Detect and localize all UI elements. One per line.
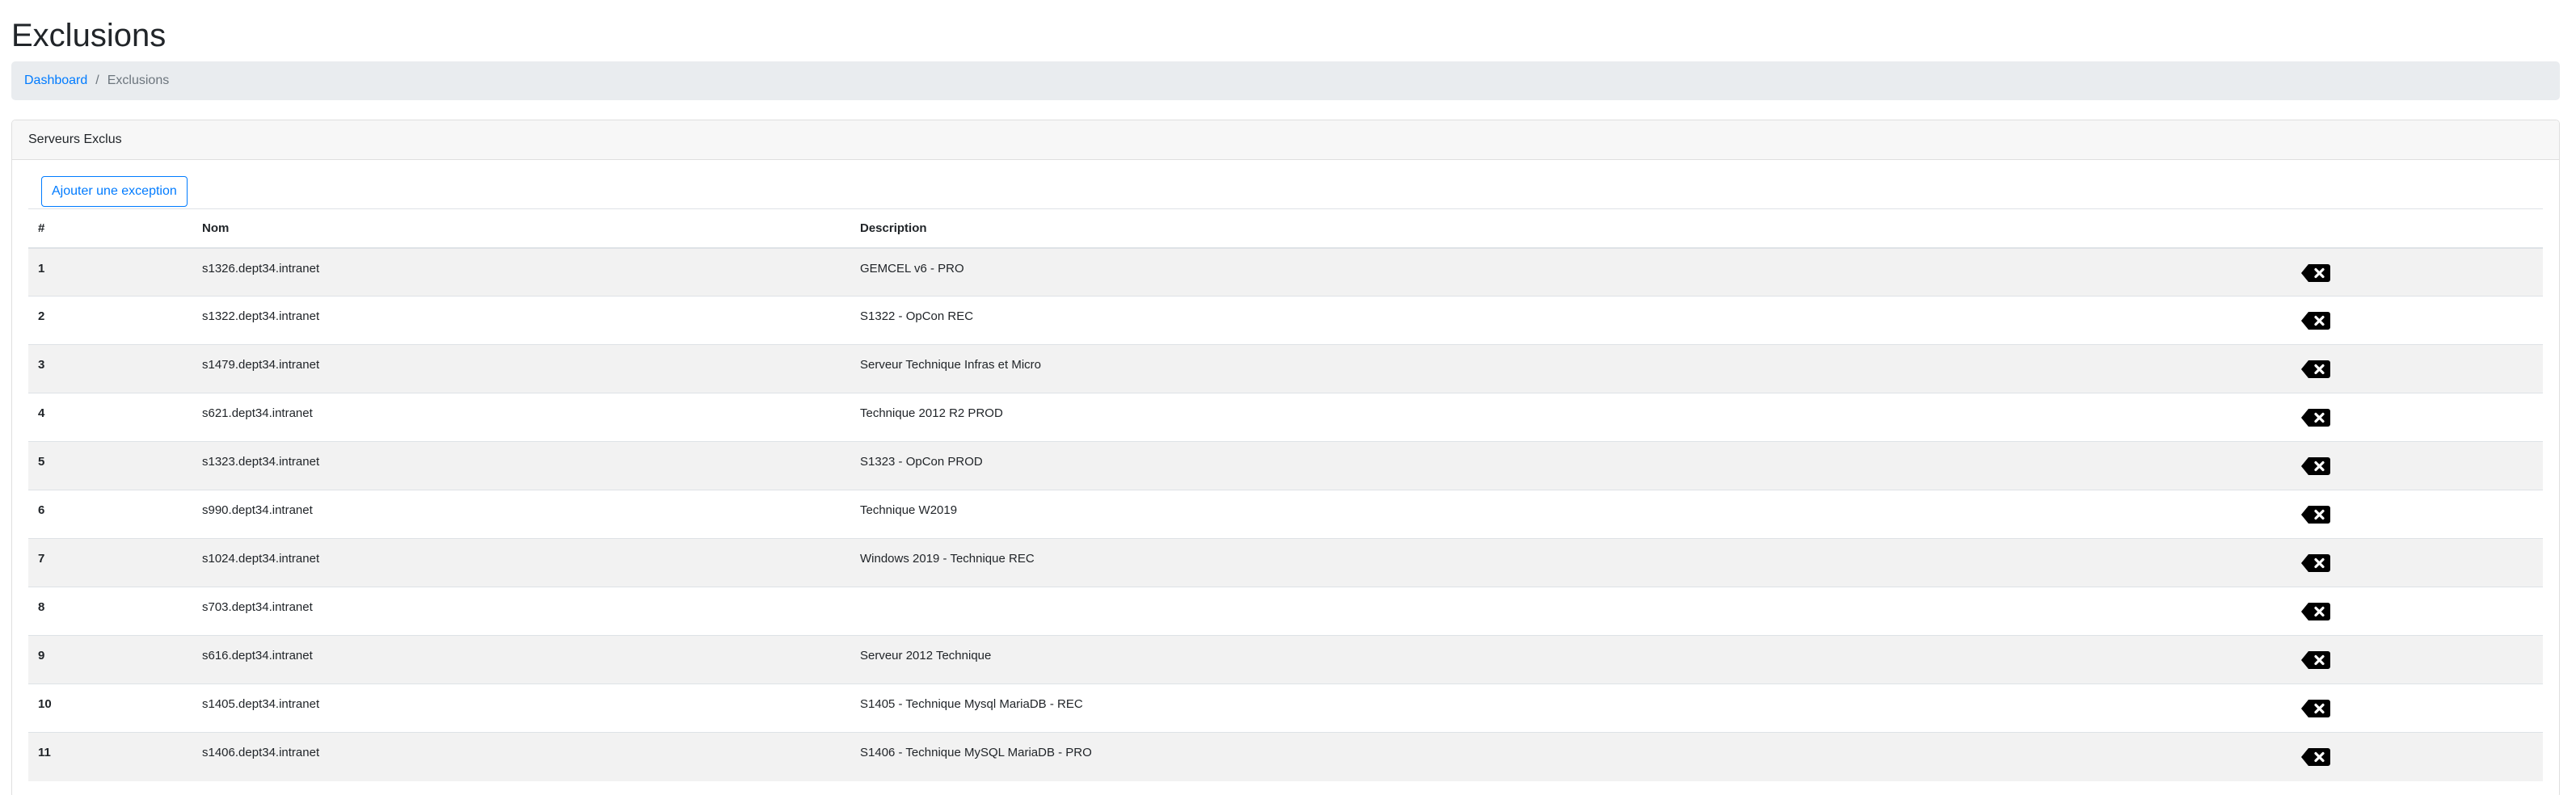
row-actions [2291, 538, 2543, 587]
header-actions [2291, 208, 2543, 249]
server-description: GEMCEL v6 - PRO [850, 247, 2291, 297]
row-actions [2291, 490, 2543, 539]
delete-exclusion-icon[interactable] [2300, 747, 2331, 770]
delete-exclusion-icon[interactable] [2300, 505, 2331, 528]
delete-exclusion-icon[interactable] [2300, 650, 2331, 673]
table-row: 1 s1326.dept34.intranet GEMCEL v6 - PRO [28, 247, 2543, 297]
server-description: S1323 - OpCon PROD [850, 441, 2291, 490]
server-description: S1322 - OpCon REC [850, 296, 2291, 345]
row-actions [2291, 393, 2543, 442]
row-actions [2291, 587, 2543, 636]
breadcrumb: Dashboard / Exclusions [11, 61, 2560, 100]
table-row: 11 s1406.dept34.intranet S1406 - Technique… [28, 732, 2543, 781]
server-description: S1406 - Technique MySQL MariaDB - PRO [850, 732, 2291, 781]
excluded-servers-card: Serveurs Exclus Ajouter une exception # … [11, 120, 2560, 795]
table-row: 7 s1024.dept34.intranet Windows 2019 - Tec… [28, 538, 2543, 587]
card-body: Ajouter une exception # Nom Description … [12, 160, 2559, 781]
row-actions [2291, 732, 2543, 781]
header-name: Nom [192, 208, 850, 249]
delete-exclusion-icon[interactable] [2300, 602, 2331, 625]
server-name: s1323.dept34.intranet [192, 441, 850, 490]
server-description: Serveur 2012 Technique [850, 635, 2291, 684]
table-row: 2 s1322.dept34.intranet S1322 - OpCon REC [28, 296, 2543, 345]
row-actions [2291, 344, 2543, 393]
server-name: s1024.dept34.intranet [192, 538, 850, 587]
delete-exclusion-icon[interactable] [2300, 456, 2331, 479]
server-description: Technique W2019 [850, 490, 2291, 539]
server-description: Windows 2019 - Technique REC [850, 538, 2291, 587]
exclusions-table: # Nom Description 1 s1326.dept34.intranet… [28, 208, 2543, 781]
breadcrumb-current: Exclusions [107, 74, 170, 87]
row-number: 10 [28, 684, 192, 733]
row-number: 2 [28, 296, 192, 345]
row-actions [2291, 441, 2543, 490]
server-name: s1406.dept34.intranet [192, 732, 850, 781]
table-header-row: # Nom Description [28, 208, 2543, 249]
server-name: s1405.dept34.intranet [192, 684, 850, 733]
page: Exclusions Dashboard / Exclusions Serveu… [0, 0, 2576, 795]
server-name: s1479.dept34.intranet [192, 344, 850, 393]
row-number: 5 [28, 441, 192, 490]
table-row: 3 s1479.dept34.intranet Serveur Technique … [28, 344, 2543, 393]
row-number: 4 [28, 393, 192, 442]
row-number: 1 [28, 247, 192, 297]
delete-exclusion-icon[interactable] [2300, 553, 2331, 576]
server-name: s990.dept34.intranet [192, 490, 850, 539]
row-number: 6 [28, 490, 192, 539]
server-description [850, 587, 2291, 636]
row-actions [2291, 247, 2543, 297]
server-name: s1322.dept34.intranet [192, 296, 850, 345]
server-description: Technique 2012 R2 PROD [850, 393, 2291, 442]
row-number: 3 [28, 344, 192, 393]
table-row: 8 s703.dept34.intranet [28, 587, 2543, 636]
delete-exclusion-icon[interactable] [2300, 311, 2331, 334]
row-actions [2291, 684, 2543, 733]
card-title: Serveurs Exclus [12, 120, 2559, 160]
server-name: s1326.dept34.intranet [192, 247, 850, 297]
server-description: S1405 - Technique Mysql MariaDB - REC [850, 684, 2291, 733]
breadcrumb-dashboard-link[interactable]: Dashboard [24, 74, 87, 88]
page-title: Exclusions [11, 18, 167, 53]
server-description: Serveur Technique Infras et Micro [850, 344, 2291, 393]
server-name: s703.dept34.intranet [192, 587, 850, 636]
row-number: 7 [28, 538, 192, 587]
breadcrumb-separator: / [95, 74, 99, 87]
table-row: 9 s616.dept34.intranet Serveur 2012 Techni… [28, 635, 2543, 684]
row-number: 9 [28, 635, 192, 684]
row-number: 8 [28, 587, 192, 636]
delete-exclusion-icon[interactable] [2300, 360, 2331, 382]
table-row: 5 s1323.dept34.intranet S1323 - OpCon PROD [28, 441, 2543, 490]
table-row: 4 s621.dept34.intranet Technique 2012 R2 P… [28, 393, 2543, 442]
table-row: 10 s1405.dept34.intranet S1405 - Technique… [28, 684, 2543, 733]
server-name: s621.dept34.intranet [192, 393, 850, 442]
row-actions [2291, 296, 2543, 345]
header-num: # [28, 208, 192, 249]
server-name: s616.dept34.intranet [192, 635, 850, 684]
row-actions [2291, 635, 2543, 684]
row-number: 11 [28, 732, 192, 781]
delete-exclusion-icon[interactable] [2300, 408, 2331, 431]
table-row: 6 s990.dept34.intranet Technique W2019 [28, 490, 2543, 539]
add-exception-button[interactable]: Ajouter une exception [41, 176, 188, 207]
delete-exclusion-icon[interactable] [2300, 699, 2331, 721]
header-description: Description [850, 208, 2291, 249]
delete-exclusion-icon[interactable] [2300, 263, 2331, 286]
